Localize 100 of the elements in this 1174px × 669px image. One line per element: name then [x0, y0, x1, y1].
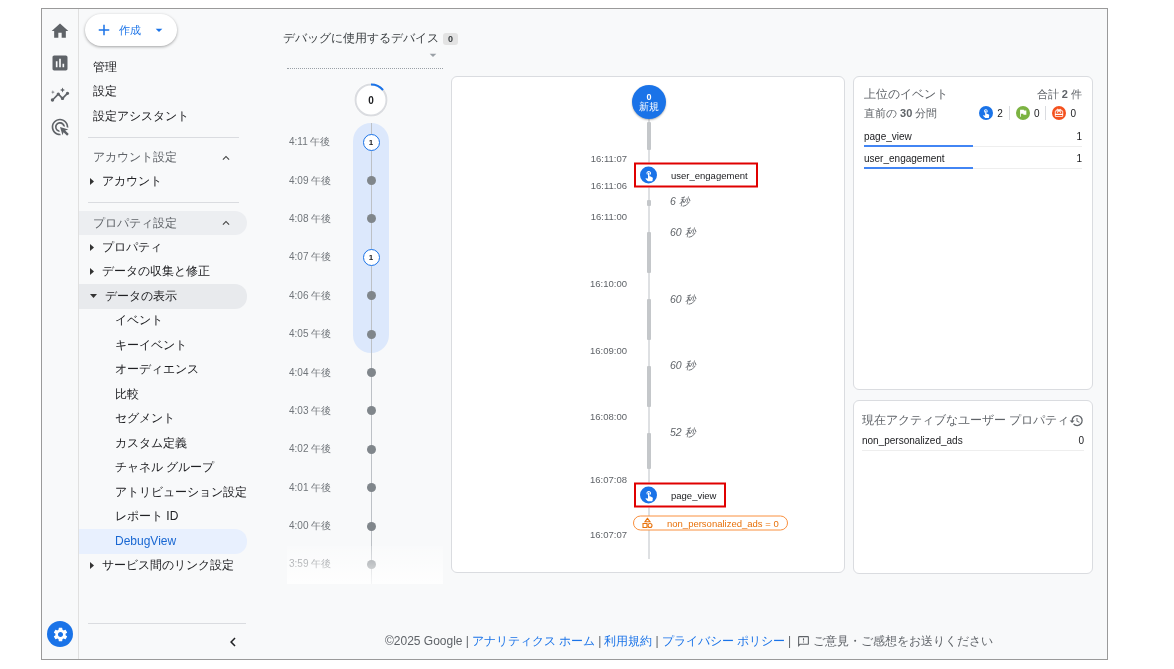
home-icon[interactable] [50, 21, 70, 41]
count-value: 2 [997, 107, 1003, 119]
triangle-icon [90, 178, 94, 186]
section-header[interactable]: アカウント設定 [79, 145, 247, 170]
minute-dot[interactable] [366, 368, 376, 378]
nav-item[interactable]: 比較 [79, 382, 247, 407]
triangle-icon [90, 562, 94, 570]
touch-icon [640, 486, 657, 504]
minute-label: 4:06 午後 [288, 288, 333, 303]
minute-dot[interactable] [366, 444, 376, 454]
gap-duration: 6 秒 [670, 195, 690, 209]
minute-dot[interactable] [366, 521, 376, 531]
footer-text: | [787, 634, 792, 648]
footer-text: ©2025 Google | [384, 634, 469, 648]
nav-item[interactable]: オーディエンス [79, 357, 247, 382]
minute-dot[interactable] [366, 560, 376, 569]
event-count: 1 [1076, 153, 1082, 164]
nav-item[interactable]: 設定 [79, 79, 271, 104]
minute-dot[interactable] [366, 406, 376, 416]
minute-label: 4:07 午後 [288, 250, 333, 265]
timestamp: 16:11:06 [590, 179, 627, 191]
footer-text: | [598, 634, 602, 648]
minute-label: 4:00 午後 [288, 519, 333, 534]
section-header[interactable]: プロパティ設定 [79, 211, 247, 235]
minute-label: 3:59 午後 [288, 557, 333, 572]
card-title: 上位のイベント [864, 85, 948, 103]
property-name: non_personalized_ads [862, 435, 963, 446]
event-item[interactable]: user_engagement [634, 162, 758, 188]
nav-item[interactable]: イベント [79, 308, 247, 333]
settings-icon[interactable] [47, 621, 73, 647]
timestamp: 16:11:07 [590, 152, 627, 164]
minute-label: 4:08 午後 [288, 211, 333, 226]
nav-group[interactable]: データの収集と修正 [79, 259, 247, 284]
nav-item[interactable]: チャネル グループ [79, 455, 247, 480]
nav-group[interactable]: サービス間のリンク設定 [79, 553, 247, 578]
nav-item[interactable]: セグメント [79, 406, 247, 431]
event-name[interactable]: user_engagement [864, 153, 945, 164]
minute-total: 0 [354, 83, 388, 117]
minute-label: 4:02 午後 [288, 442, 333, 457]
touch-icon [640, 166, 657, 184]
nav-group[interactable]: データの表示 [79, 284, 247, 309]
nav-item[interactable]: アトリビューション設定 [79, 480, 247, 505]
minute-label: 4:09 午後 [288, 173, 333, 188]
nav-item[interactable]: カスタム定義 [79, 431, 247, 456]
count-value: 0 [1033, 107, 1040, 119]
device-count: 0 [443, 32, 458, 45]
create-button[interactable]: 作成 [85, 14, 177, 46]
minute-label: 4:05 午後 [288, 327, 333, 342]
footer-link[interactable]: プライバシー ポリシー [661, 632, 785, 650]
trend-icon[interactable] [50, 85, 70, 105]
timestamp: 16:07:08 [590, 473, 627, 485]
timestamp: 16:11:00 [590, 210, 627, 222]
shapes-icon [642, 517, 653, 529]
flag-icon [1015, 106, 1030, 120]
click-target-icon[interactable] [50, 117, 70, 137]
device-label: デバッグに使用するデバイス [283, 30, 439, 47]
minute-dot[interactable] [366, 176, 376, 186]
nav-group[interactable]: アカウント [79, 169, 247, 194]
minute-dot[interactable] [366, 291, 376, 301]
triangle-icon [90, 294, 97, 299]
new-events-bubble[interactable]: 0 新規 [632, 85, 666, 119]
minute-label: 4:03 午後 [288, 403, 333, 418]
minute-event-count[interactable]: 1 [362, 248, 380, 266]
timestamp: 16:10:00 [590, 277, 627, 289]
period-label: 直前の 30 分間 [864, 105, 938, 121]
nav-group[interactable]: プロパティ [79, 235, 247, 260]
footer-link[interactable]: アナリティクス ホーム [472, 632, 596, 650]
history-icon[interactable] [1069, 412, 1085, 428]
nav-item[interactable]: 設定アシスタント [79, 104, 271, 129]
minute-label: 4:01 午後 [288, 480, 333, 495]
nav-item[interactable]: レポート ID [79, 504, 247, 529]
card-title: 現在アクティブなユーザー プロパティ [862, 411, 1070, 429]
triangle-icon [90, 268, 94, 276]
minute-dot[interactable] [366, 214, 376, 224]
minute-dot[interactable] [366, 483, 376, 493]
triangle-icon [90, 243, 94, 251]
property-value: 0 [1078, 435, 1084, 446]
feedback-icon[interactable] [797, 634, 811, 648]
bar-chart-icon[interactable] [50, 53, 70, 73]
nav-item[interactable]: キーイベント [79, 333, 247, 358]
minute-event-count[interactable]: 1 [362, 133, 380, 151]
minute-label: 4:11 午後 [288, 135, 332, 150]
footer-link[interactable]: 利用規約 [604, 632, 653, 650]
count-value: 0 [1070, 107, 1076, 119]
minute-dot[interactable] [366, 329, 376, 339]
feedback-link[interactable]: ご意見・ご感想をお送りください [813, 632, 994, 650]
gap-duration: 52 秒 [670, 426, 696, 440]
event-count: 1 [1076, 131, 1082, 142]
gap-duration: 60 秒 [670, 293, 696, 307]
event-item[interactable]: page_view [634, 482, 727, 508]
gap-duration: 60 秒 [670, 359, 696, 373]
nav-item[interactable]: DebugView [79, 529, 247, 554]
event-name[interactable]: page_view [864, 131, 912, 142]
nav-item[interactable]: 管理 [79, 55, 271, 80]
gap-duration: 60 秒 [670, 226, 696, 240]
touch-icon [979, 106, 994, 120]
total-count: 合計 2 件 [1036, 86, 1082, 102]
timestamp: 16:08:00 [590, 410, 627, 422]
minute-label: 4:04 午後 [288, 365, 333, 380]
timestamp: 16:07:07 [590, 528, 627, 540]
